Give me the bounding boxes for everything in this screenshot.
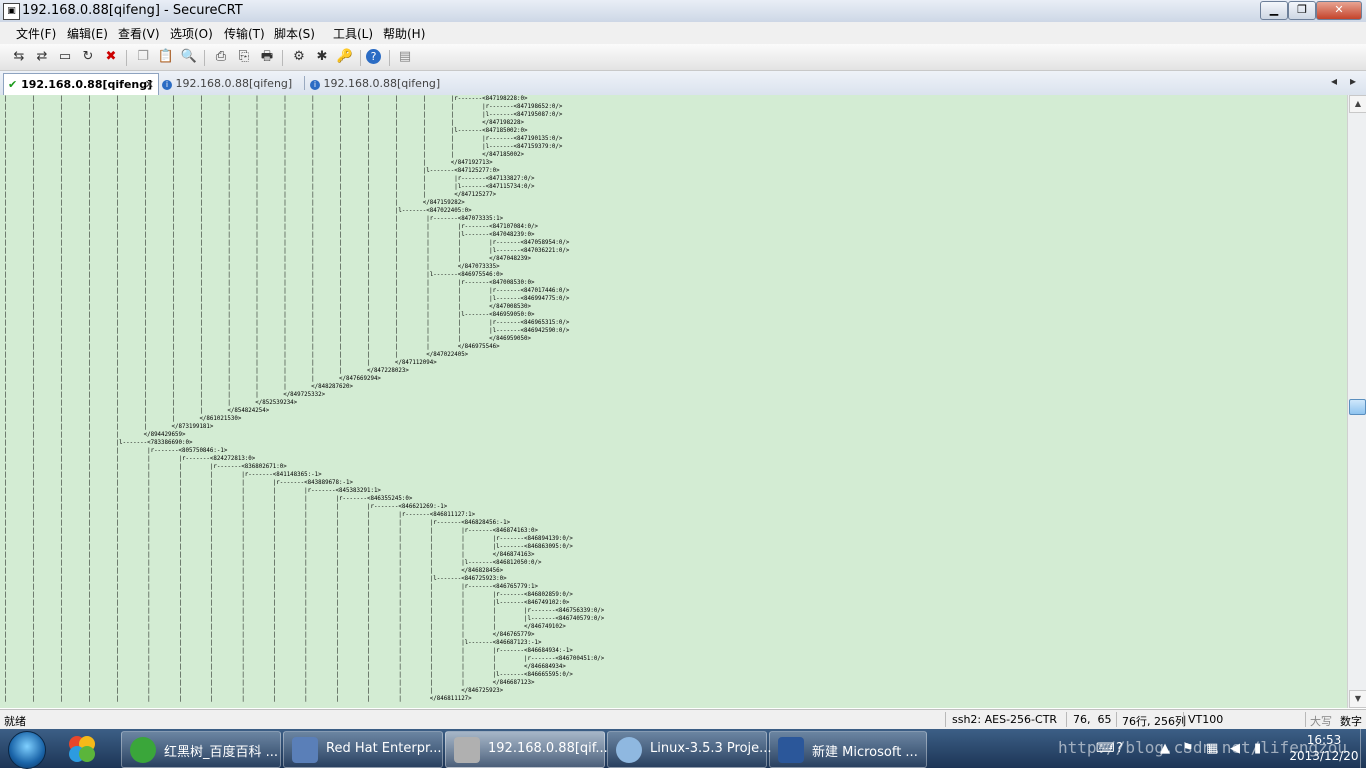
menu-edit[interactable]: 编辑(E)	[67, 25, 108, 42]
volume-icon[interactable]: ◀	[1230, 741, 1240, 756]
info-icon: i	[310, 80, 320, 90]
session-options-icon[interactable]: ⚙	[290, 48, 308, 66]
start-button[interactable]	[8, 731, 46, 769]
taskbar-item-vmware[interactable]: Red Hat Enterpr...	[283, 731, 443, 768]
tab-prev-icon[interactable]: ◂	[1331, 74, 1337, 88]
toolbar-separator	[282, 50, 283, 66]
source-insight-icon	[616, 737, 642, 763]
toolbar-separator	[126, 50, 127, 66]
status-bar: 就绪 ssh2: AES-256-CTR 76, 65 76行, 256列 VT…	[0, 709, 1366, 730]
tab-session-1[interactable]: i 192.168.0.88[qifeng] (1)	[158, 73, 304, 111]
copy-icon[interactable]: ❐	[134, 48, 152, 66]
tab-session-2[interactable]: i 192.168.0.88[qifeng] (2)	[306, 73, 452, 111]
menu-file[interactable]: 文件(F)	[16, 25, 56, 42]
print-selection-icon[interactable]: ⎘	[235, 48, 253, 66]
session-tab-bar: ✔ 192.168.0.88[qifeng] ✕ i 192.168.0.88[…	[0, 71, 1366, 111]
connected-check-icon: ✔	[8, 78, 18, 91]
status-separator	[1183, 712, 1184, 727]
securecrt-icon	[454, 737, 480, 763]
menu-options[interactable]: 选项(O)	[170, 25, 213, 42]
show-desktop-button[interactable]	[1360, 729, 1366, 768]
taskbar-item-browser[interactable]: 红黑树_百度百科 ...	[121, 731, 281, 768]
keymap-icon[interactable]: 🔑	[336, 48, 354, 66]
taskbar-item-source-insight[interactable]: Linux-3.5.3 Proje...	[607, 731, 772, 768]
status-cursor-position: 76, 65	[1073, 713, 1112, 726]
vmware-icon	[292, 737, 318, 763]
print-setup-icon[interactable]: 🖶	[258, 48, 276, 66]
close-tab-icon[interactable]: ✕	[145, 74, 154, 95]
status-separator	[1066, 712, 1067, 727]
action-center-icon[interactable]: ⚑	[1182, 741, 1194, 756]
menu-transfer[interactable]: 传输(T)	[224, 25, 265, 42]
connect-icon[interactable]: ⇆	[10, 48, 28, 66]
status-ready: 就绪	[4, 715, 26, 728]
vertical-scrollbar[interactable]: ▲ ▼	[1347, 95, 1366, 708]
global-options-icon[interactable]: ✱	[313, 48, 331, 66]
close-button[interactable]: ✕	[1316, 1, 1362, 20]
clock-time: 16:53	[1306, 733, 1342, 747]
tab-separator	[304, 76, 305, 90]
pinned-app-icon[interactable]	[66, 733, 98, 765]
taskbar-item-securecrt[interactable]: 192.168.0.88[qif...	[445, 731, 608, 768]
minimize-button[interactable]: ▁	[1260, 1, 1288, 20]
clock-date: 2013/12/20	[1289, 749, 1359, 763]
toolbar-separator	[389, 50, 390, 66]
scroll-up-button[interactable]: ▲	[1349, 95, 1366, 113]
terminal-text: | | | | | | | | | | | | | | | | |r------…	[4, 96, 605, 702]
print-icon[interactable]: ⎙	[212, 48, 230, 66]
info-icon: i	[162, 80, 172, 90]
sftp-icon[interactable]: ▤	[396, 48, 414, 66]
toolbar: ⇆ ⇄ ▭ ↻ ✖ ❐ 📋 🔍 ⎙ ⎘ 🖶 ⚙ ✱ 🔑 ? ▤	[0, 44, 1366, 71]
paste-icon[interactable]: 📋	[157, 48, 175, 66]
browser-icon	[130, 737, 156, 763]
status-terminal-type: VT100	[1188, 713, 1224, 726]
status-cipher: ssh2: AES-256-CTR	[952, 713, 1058, 726]
connect-tab-icon[interactable]: ▭	[56, 48, 74, 66]
status-separator	[1116, 712, 1117, 727]
show-hidden-icons-icon[interactable]: ▲	[1160, 741, 1170, 756]
tab-session-active[interactable]: ✔ 192.168.0.88[qifeng] ✕	[3, 73, 159, 95]
title-bar[interactable]: ▣ 192.168.0.88[qifeng] - SecureCRT ▁ ❐ ✕	[0, 0, 1366, 23]
menu-bar: 文件(F) 编辑(E) 查看(V) 选项(O) 传输(T) 脚本(S) 工具(L…	[0, 22, 1366, 44]
taskbar: 红黑树_百度百科 ... Red Hat Enterpr... 192.168.…	[0, 729, 1366, 769]
reconnect-icon[interactable]: ↻	[79, 48, 97, 66]
scroll-down-button[interactable]: ▼	[1349, 690, 1366, 708]
status-separator	[1305, 712, 1306, 727]
menu-help[interactable]: 帮助(H)	[383, 25, 425, 42]
quick-connect-icon[interactable]: ⇄	[33, 48, 51, 66]
menu-tools[interactable]: 工具(L)	[333, 25, 373, 42]
maximize-button[interactable]: ❐	[1288, 1, 1316, 20]
scrollbar-thumb[interactable]	[1349, 399, 1366, 415]
tab-label: 192.168.0.88[qifeng]	[21, 78, 153, 91]
status-separator	[945, 712, 946, 727]
terminal-output[interactable]: | | | | | | | | | | | | | | | | |r------…	[0, 95, 1347, 708]
toolbar-separator	[360, 50, 361, 66]
network-icon[interactable]: ▦	[1206, 741, 1218, 756]
menu-script[interactable]: 脚本(S)	[274, 25, 315, 42]
power-icon[interactable]: ▮	[1254, 741, 1261, 756]
keyboard-icon[interactable]: ⌨	[1096, 741, 1115, 756]
taskbar-item-word[interactable]: 新建 Microsoft ...	[769, 731, 927, 768]
find-icon[interactable]: 🔍	[180, 48, 198, 66]
securecrt-icon[interactable]: ▣	[3, 3, 20, 20]
status-num: 数字	[1340, 715, 1362, 728]
help-icon[interactable]: ?	[366, 49, 381, 64]
clock[interactable]: 16:53 2013/12/20	[1288, 732, 1360, 764]
tab-next-icon[interactable]: ▸	[1350, 74, 1356, 88]
disconnect-icon[interactable]: ✖	[102, 48, 120, 66]
word-icon	[778, 737, 804, 763]
toolbar-separator	[204, 50, 205, 66]
window-title: 192.168.0.88[qifeng] - SecureCRT	[22, 3, 243, 18]
menu-view[interactable]: 查看(V)	[118, 25, 160, 42]
status-terminal-size: 76行, 256列	[1122, 715, 1186, 728]
status-caps: 大写	[1310, 715, 1332, 728]
help-tray-icon[interactable]: ?	[1116, 741, 1123, 756]
